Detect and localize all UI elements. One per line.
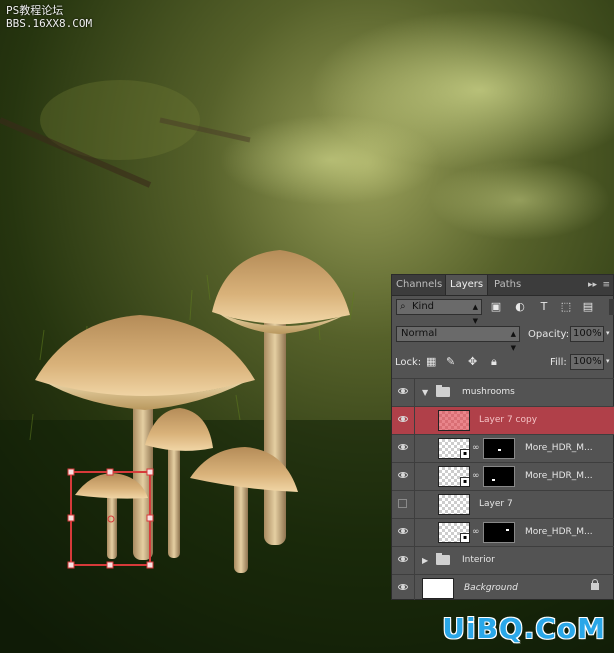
tab-channels[interactable]: Channels	[392, 275, 446, 295]
panel-collapse-icon[interactable]: ▸▸	[588, 275, 597, 295]
layer-name: More_HDR_M...	[525, 443, 593, 453]
layer-layer-7[interactable]: Layer 7	[392, 490, 614, 518]
layer-thumbnail	[438, 494, 470, 515]
smart-object-badge-icon: ▪	[460, 477, 469, 486]
layer-name: Background	[464, 583, 518, 593]
lock-icon	[591, 579, 599, 590]
panel-tabs: Channels Layers Paths ▸▸ ≡	[392, 275, 613, 296]
layer-group-mushrooms[interactable]: ▼ mushrooms	[392, 378, 614, 406]
opacity-input[interactable]: 100%	[570, 326, 604, 342]
lock-paint-brush-icon[interactable]: ✎	[446, 355, 455, 368]
chevron-updown-icon: ▲ ▼	[510, 330, 516, 352]
pixel-filter-icon[interactable]: ▣	[488, 299, 504, 315]
layer-name: More_HDR_M...	[525, 527, 593, 537]
visibility-eye-icon[interactable]	[398, 584, 408, 590]
watermark-top-line1: PS教程论坛	[6, 4, 64, 17]
smart-object-badge-icon: ▪	[460, 449, 469, 458]
layer-name: Layer 7	[479, 499, 513, 509]
tab-paths[interactable]: Paths	[490, 275, 525, 295]
layer-mask-thumbnail[interactable]	[483, 522, 515, 543]
layer-layer-7-copy[interactable]: Layer 7 copy	[392, 406, 614, 434]
layer-thumbnail: ▪	[438, 522, 470, 543]
chevron-updown-icon: ▲ ▼	[472, 303, 478, 325]
layer-mask-thumbnail[interactable]	[483, 438, 515, 459]
kind-filter-select[interactable]: ⌕ Kind ▲ ▼	[396, 299, 482, 325]
shape-filter-icon[interactable]: ⬚	[558, 299, 574, 315]
layer-name: Interior	[462, 555, 495, 565]
fill-label: Fill:	[550, 357, 567, 368]
layer-more-hdr-3[interactable]: ▪ ∞ More_HDR_M...	[392, 518, 614, 546]
opacity-label: Opacity:	[528, 329, 570, 340]
fill-input[interactable]: 100%	[570, 354, 604, 370]
opacity-dropdown-icon[interactable]: ▾	[606, 329, 610, 337]
lock-label: Lock:	[395, 357, 422, 368]
layer-name: mushrooms	[462, 387, 515, 397]
visibility-eye-icon[interactable]	[398, 472, 408, 478]
watermark-bottom: UiBQ.CoM	[442, 612, 606, 645]
lock-position-move-icon[interactable]: ✥	[468, 355, 477, 368]
expand-arrow-right-icon[interactable]: ▶	[422, 556, 428, 565]
lock-row: Lock: ▦ ✎ ✥ 🔒︎ Fill: 100% ▾	[392, 353, 614, 373]
folder-icon	[436, 553, 450, 565]
layer-name: More_HDR_M...	[525, 471, 593, 481]
layer-group-interior[interactable]: ▶ Interior	[392, 546, 614, 574]
visibility-eye-icon[interactable]	[398, 556, 408, 562]
visibility-eye-icon[interactable]	[398, 528, 408, 534]
layer-thumbnail: ▪	[438, 438, 470, 459]
blend-mode-select[interactable]: Normal ▲ ▼	[396, 326, 520, 352]
folder-icon	[436, 385, 450, 397]
lock-transparent-icon[interactable]: ▦	[426, 355, 436, 368]
watermark-top: PS教程论坛 BBS.16XX8.COM	[6, 4, 92, 30]
visibility-eye-icon[interactable]	[398, 416, 408, 422]
layer-thumbnail	[438, 410, 470, 431]
layer-mask-thumbnail[interactable]	[483, 466, 515, 487]
lock-all-icon[interactable]: 🔒︎	[491, 355, 497, 369]
layer-name: Layer 7 copy	[479, 415, 538, 425]
fill-dropdown-icon[interactable]: ▾	[606, 357, 610, 365]
search-icon: ⌕	[400, 301, 406, 312]
layer-thumbnail: ▪	[438, 466, 470, 487]
watermark-top-line2: BBS.16XX8.COM	[6, 17, 93, 30]
link-chain-icon[interactable]: ∞	[472, 527, 480, 537]
type-filter-icon[interactable]: T	[536, 299, 552, 315]
filter-row: ⌕ Kind ▲ ▼ ▣ ◐ T ⬚ ▤	[392, 297, 614, 325]
visibility-off-box-icon[interactable]	[398, 499, 407, 508]
smart-object-badge-icon: ▪	[460, 533, 469, 542]
kind-filter-label: Kind	[412, 301, 435, 312]
blend-row: Normal ▲ ▼ Opacity: 100% ▾	[392, 325, 614, 352]
smart-object-filter-icon[interactable]: ▤	[580, 299, 596, 315]
layer-background[interactable]: Background	[392, 574, 614, 600]
layer-more-hdr-2[interactable]: ▪ ∞ More_HDR_M...	[392, 462, 614, 490]
visibility-eye-icon[interactable]	[398, 388, 408, 394]
filter-toggle[interactable]	[609, 299, 614, 315]
adjustment-filter-icon[interactable]: ◐	[512, 299, 528, 315]
tab-layers[interactable]: Layers	[445, 275, 489, 295]
layers-panel: Channels Layers Paths ▸▸ ≡ ⌕ Kind ▲ ▼ ▣ ◐…	[391, 274, 614, 600]
visibility-eye-icon[interactable]	[398, 444, 408, 450]
link-chain-icon[interactable]: ∞	[472, 443, 480, 453]
expand-arrow-down-icon[interactable]: ▼	[422, 388, 428, 397]
panel-menu-icon[interactable]: ≡	[602, 275, 610, 295]
link-chain-icon[interactable]: ∞	[472, 471, 480, 481]
layer-thumbnail	[422, 578, 454, 599]
layer-more-hdr-1[interactable]: ▪ ∞ More_HDR_M...	[392, 434, 614, 462]
blend-mode-value: Normal	[401, 328, 438, 339]
